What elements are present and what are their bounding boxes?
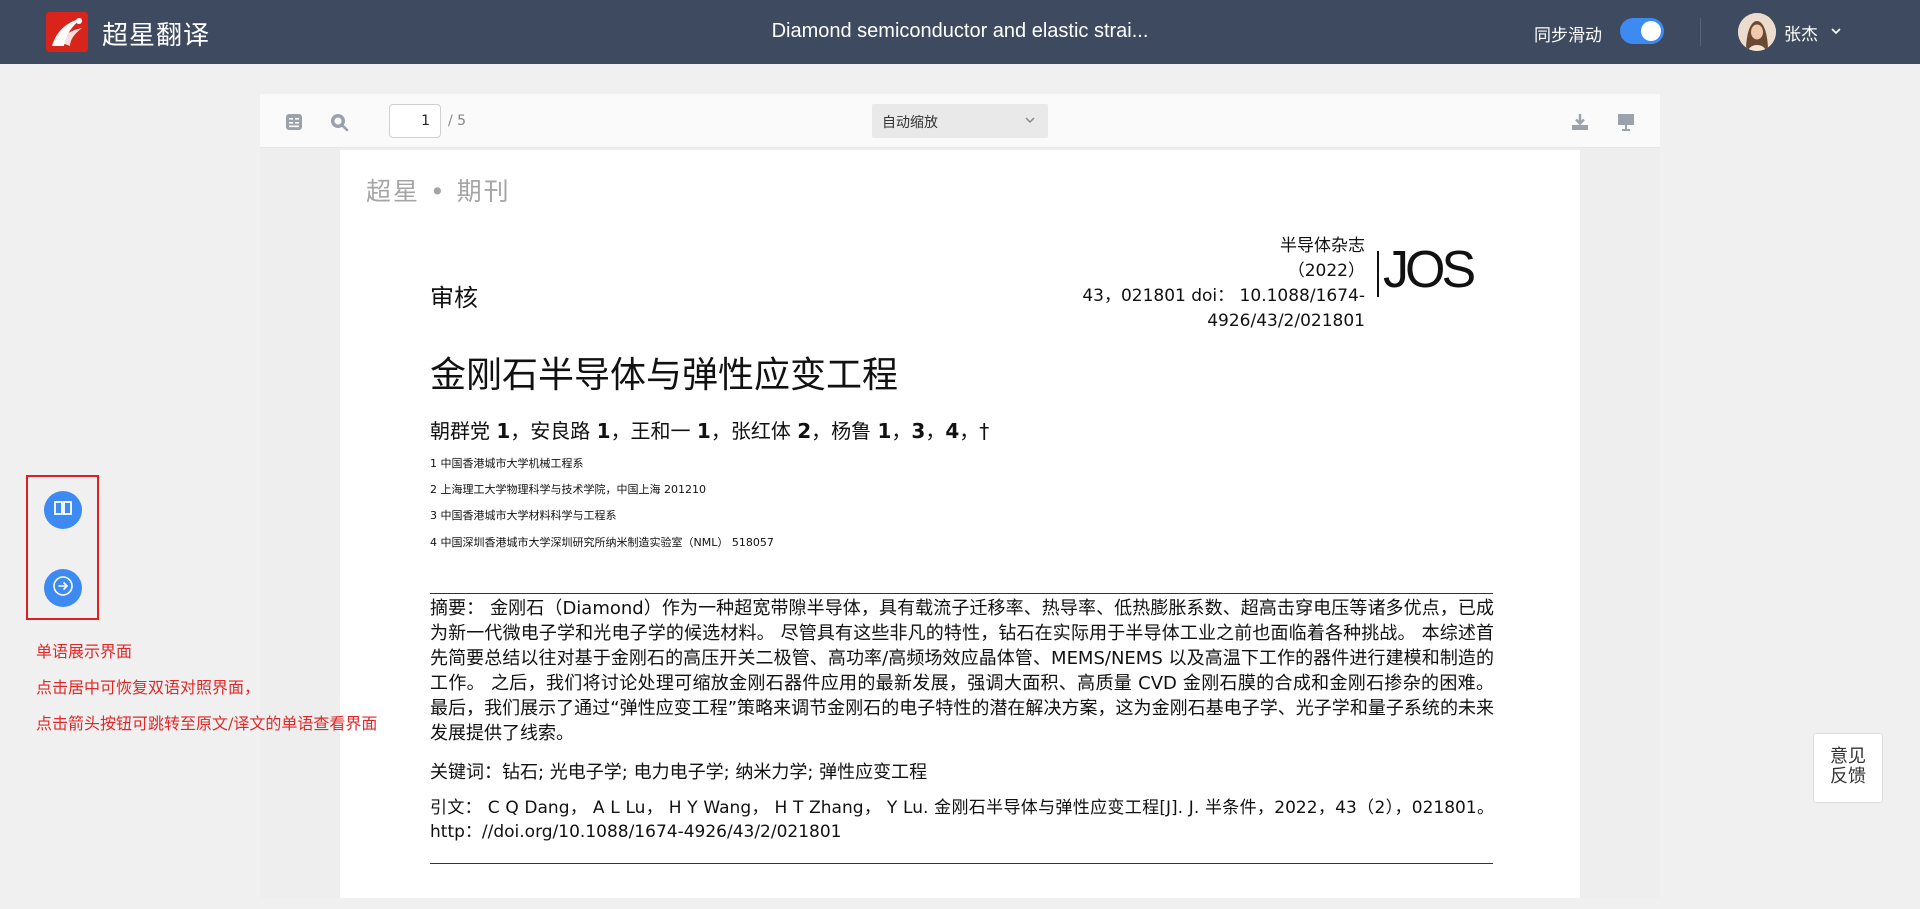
header-divider — [1700, 18, 1701, 46]
viewer-toolbar: 1 / 5 自动缩放 — [260, 94, 1660, 148]
author-affil-num: 1 — [696, 419, 711, 443]
affiliation: 1 中国香港城市大学机械工程系 — [430, 457, 584, 470]
keywords-text: 关键词：钻石; 光电子学; 电力电子学; 纳米力学; 弹性应变工程 — [430, 762, 928, 783]
search-icon[interactable] — [328, 111, 350, 133]
journal-info-line: （2022） — [1287, 261, 1365, 281]
author-affil-num: 1 — [596, 419, 611, 443]
toggle-knob — [1641, 21, 1661, 41]
author-text: ，张红体 — [710, 419, 798, 443]
journal-info-line: 4926/43/2/021801 — [1207, 311, 1365, 331]
bilingual-view-button[interactable] — [44, 491, 82, 529]
author-affil-num: 4 — [945, 419, 960, 443]
presentation-icon[interactable] — [1615, 111, 1637, 133]
monolingual-jump-button[interactable] — [44, 569, 82, 607]
citation-text: 引文： C Q Dang， A L Lu， H Y Wang， H T Zhan… — [430, 798, 1494, 842]
zoom-select[interactable]: 自动缩放 — [872, 104, 1048, 138]
affiliation: 4 中国深圳香港城市大学深圳研究所纳米制造实验室（NML） 518057 — [430, 536, 774, 549]
chevron-down-icon — [1024, 114, 1036, 130]
top-bar: 超星翻译 Diamond semiconductor and elastic s… — [0, 0, 1920, 64]
author-text: ，王和一 — [610, 419, 697, 443]
author-text: ， — [925, 419, 946, 443]
author-list: 朝群党 1，安良路 1，王和一 1，张红体 2，杨鲁 1，3，4，† — [430, 415, 989, 444]
user-name[interactable]: 张杰 — [1784, 20, 1818, 45]
sync-scroll-toggle[interactable] — [1620, 18, 1664, 44]
author-text: ，安良路 — [510, 419, 597, 443]
author-text: 朝群党 — [430, 419, 497, 443]
sync-scroll-label: 同步滑动 — [1534, 26, 1602, 46]
author-affil-num: 1 — [496, 419, 511, 443]
abstract-text: 摘要： 金刚石（Diamond）作为一种超宽带隙半导体，具有载流子迁移率、热导率… — [430, 598, 1494, 744]
zoom-select-value: 自动缩放 — [882, 115, 938, 131]
author-text: ，† — [959, 419, 990, 443]
journal-watermark: 超星 • 期刊 — [366, 177, 511, 206]
annotation-note: 点击居中可恢复双语对照界面， — [36, 678, 261, 697]
journal-logo-bar — [1377, 251, 1379, 297]
sidebar-toggle-icon[interactable] — [283, 111, 305, 133]
feedback-label: 反馈 — [1830, 766, 1866, 787]
page-total: / 5 — [448, 113, 467, 129]
paper-title: 金刚石半导体与弹性应变工程 — [430, 355, 899, 396]
bilingual-view-icon — [53, 498, 73, 522]
annotation-note: 点击箭头按钮可跳转至原文/译文的单语查看界面 — [36, 714, 378, 733]
annotation-note: 单语展示界面 — [36, 642, 133, 661]
section-rule — [430, 863, 1493, 864]
journal-info-line: 43，021801 doi： 10.1088/1674- — [1082, 286, 1365, 306]
author-affil-num: 1 — [877, 419, 892, 443]
author-affil-num: 3 — [911, 419, 926, 443]
download-icon[interactable] — [1569, 111, 1591, 133]
author-text: ， — [891, 419, 912, 443]
arrow-right-icon — [52, 575, 74, 601]
page-number-input[interactable]: 1 — [389, 104, 441, 138]
affiliation: 2 上海理工大学物理科学与技术学院，中国上海 201210 — [430, 483, 706, 496]
journal-info: 半导体杂志 （2022） 43，021801 doi： 10.1088/1674… — [1082, 234, 1365, 334]
user-avatar[interactable] — [1738, 13, 1776, 51]
view-mode-controls — [26, 475, 99, 620]
section-rule — [430, 593, 1493, 594]
document-page: 超星 • 期刊 审核 半导体杂志 （2022） 43，021801 doi： 1… — [340, 150, 1580, 898]
pdf-viewer: 1 / 5 自动缩放 超星 • 期刊 审核 半导体杂志 （2022） 43，02… — [260, 94, 1660, 898]
review-label: 审核 — [430, 284, 478, 312]
affiliation: 3 中国香港城市大学材料科学与工程系 — [430, 509, 617, 522]
journal-info-line: 半导体杂志 — [1280, 236, 1365, 256]
author-text: ，杨鲁 — [811, 419, 878, 443]
chevron-down-icon[interactable] — [1830, 22, 1842, 41]
feedback-label: 意见 — [1830, 746, 1866, 767]
journal-logo: JOS — [1383, 241, 1476, 299]
author-affil-num: 2 — [797, 419, 812, 443]
feedback-button[interactable]: 意见 反馈 — [1813, 733, 1883, 803]
